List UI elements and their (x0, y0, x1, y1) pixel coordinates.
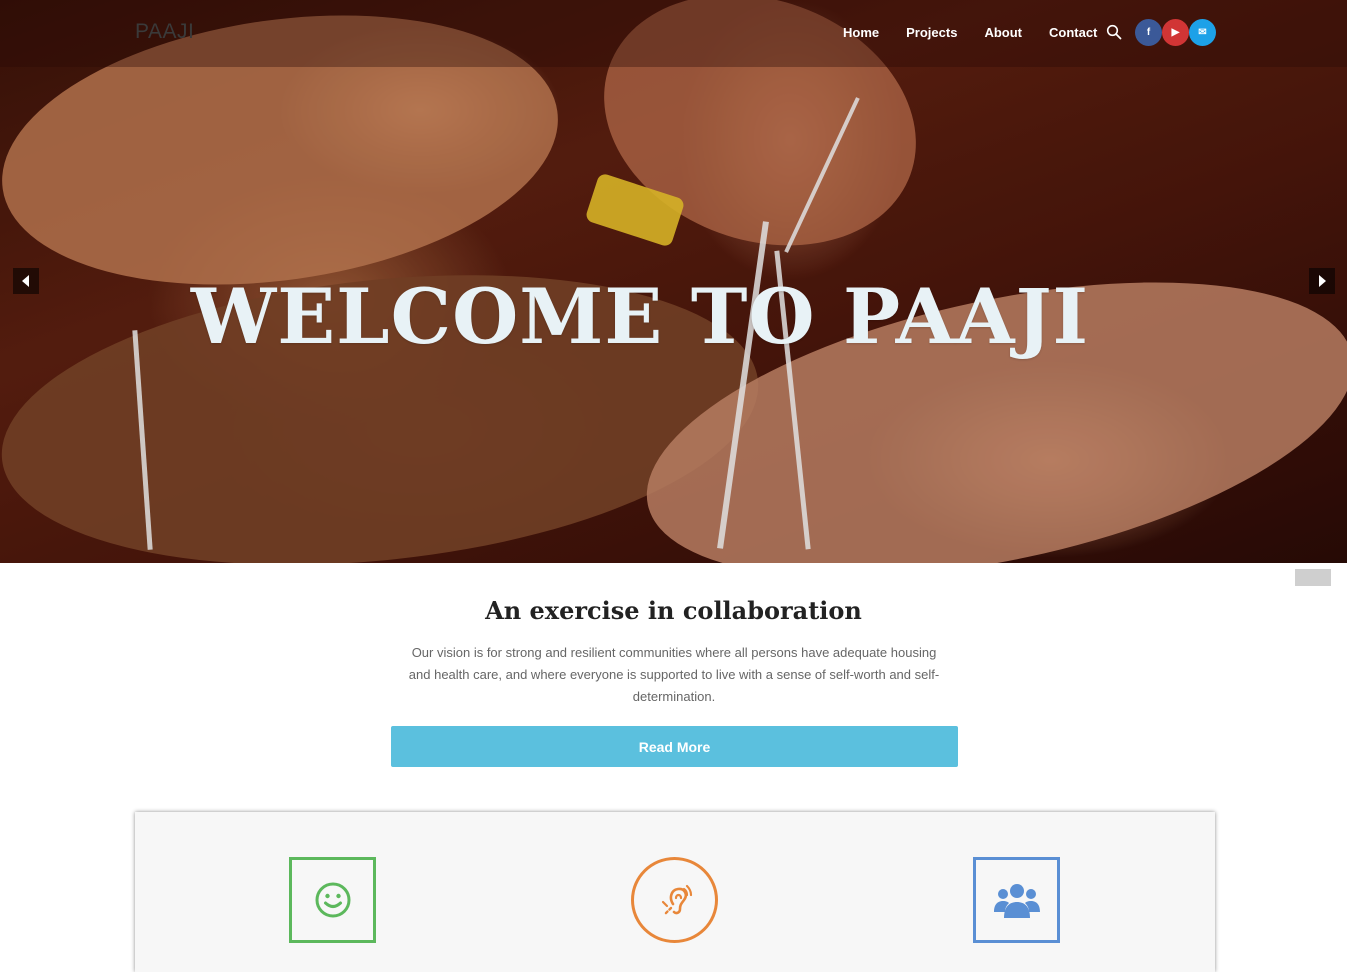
main-nav: Home Projects About Contact (843, 25, 1124, 40)
section-title: An exercise in collaboration (485, 596, 862, 625)
section-description: Our vision is for strong and resilient c… (408, 645, 940, 704)
caret-right-icon (1319, 275, 1326, 287)
top-navbar: PAAJI Home Projects About Contact f ▶ ✉ (0, 0, 1347, 67)
hero-title: WELCOME TO PAAJI (190, 272, 1090, 361)
scroll-to-top-button[interactable] (1295, 569, 1331, 586)
slider-prev-button[interactable] (13, 268, 39, 294)
smile-icon (315, 882, 350, 918)
feature-users-box[interactable] (973, 857, 1060, 943)
site-logo[interactable]: PAAJI (135, 20, 194, 44)
nav-item-projects[interactable]: Projects (906, 25, 957, 40)
search-icon[interactable] (1106, 24, 1122, 40)
slider-next-button[interactable] (1309, 268, 1335, 294)
users-icon (993, 884, 1040, 918)
nav-item-contact[interactable]: Contact (1049, 25, 1097, 40)
caret-left-icon (22, 275, 29, 287)
hearing-icon (661, 884, 692, 916)
nav-item-home[interactable]: Home (843, 25, 879, 40)
feature-smile-box[interactable] (289, 857, 376, 943)
youtube-icon[interactable]: ▶ (1162, 19, 1189, 46)
read-more-button[interactable]: Read More (391, 726, 958, 767)
hero-slider: WELCOME TO PAAJI (0, 0, 1347, 563)
email-icon[interactable]: ✉ (1189, 19, 1216, 46)
nav-item-about[interactable]: About (984, 25, 1022, 40)
feature-hearing-box[interactable] (631, 857, 718, 943)
features-panel (135, 812, 1215, 972)
facebook-icon[interactable]: f (1135, 19, 1162, 46)
